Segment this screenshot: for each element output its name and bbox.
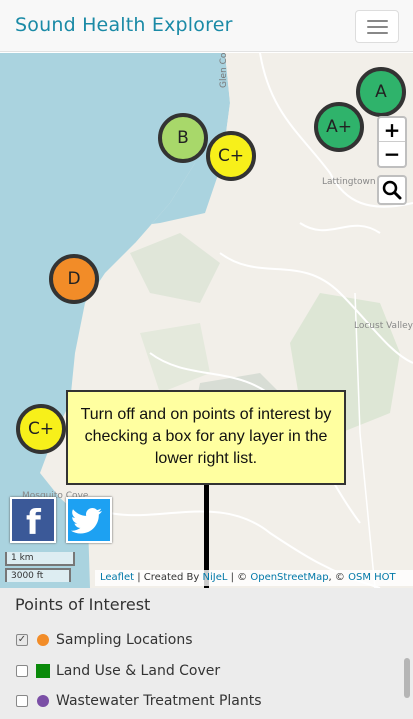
sampling-marker[interactable]: C+	[16, 404, 66, 454]
app: Sound Health Explorer Glen Cove Lattingt…	[0, 0, 413, 719]
land-use-swatch-icon	[36, 664, 50, 678]
marker-grade: C+	[27, 419, 55, 439]
twitter-bird-icon	[70, 508, 102, 534]
osm-hot-link[interactable]: OSM HOT	[348, 572, 396, 583]
panel-scrollbar[interactable]	[404, 658, 410, 698]
wastewater-swatch-icon	[37, 695, 49, 707]
openstreetmap-link[interactable]: OpenStreetMap	[250, 572, 328, 583]
layer-checkbox[interactable]	[16, 665, 28, 677]
facebook-icon: f	[26, 503, 41, 543]
navbar: Sound Health Explorer	[0, 0, 413, 52]
sampling-marker[interactable]: A	[356, 67, 406, 117]
attribution-text: | Created By	[134, 572, 203, 583]
zoom-out-button[interactable]: −	[379, 142, 405, 166]
place-label-locust-valley: Locust Valley	[354, 321, 413, 331]
leaflet-link[interactable]: Leaflet	[100, 572, 134, 583]
scale-imperial: 3000 ft	[5, 568, 71, 582]
map-attribution: Leaflet | Created By NiJeL | © OpenStree…	[95, 570, 413, 586]
layer-sampling-locations[interactable]: ✓ Sampling Locations	[16, 630, 193, 650]
place-label-lattingtown: Lattingtown	[322, 177, 376, 187]
sampling-swatch-icon	[37, 634, 49, 646]
marker-grade: A	[375, 82, 387, 102]
nijel-link[interactable]: NiJeL	[203, 572, 228, 583]
marker-grade: A+	[326, 117, 352, 137]
sampling-marker[interactable]: A+	[314, 102, 364, 152]
brand-title[interactable]: Sound Health Explorer	[15, 14, 233, 36]
points-of-interest-panel: Points of Interest ✓ Sampling Locations …	[0, 588, 413, 719]
marker-grade: C+	[217, 146, 245, 166]
map-search-button[interactable]	[377, 175, 407, 205]
twitter-share-button[interactable]	[66, 497, 112, 543]
layer-label: Land Use & Land Cover	[56, 663, 221, 679]
zoom-control: + −	[377, 116, 407, 168]
zoom-in-button[interactable]: +	[379, 118, 405, 142]
sampling-marker[interactable]: C+	[206, 131, 256, 181]
layer-label: Sampling Locations	[56, 632, 193, 648]
sampling-marker[interactable]: B	[158, 113, 208, 163]
road-label: Glen Cove	[219, 53, 229, 88]
attribution-separator: , ©	[328, 572, 349, 583]
layer-wastewater-plants[interactable]: Wastewater Treatment Plants	[16, 691, 262, 711]
layer-checkbox[interactable]: ✓	[16, 634, 28, 646]
marker-grade: B	[177, 128, 189, 148]
layer-checkbox[interactable]	[16, 695, 28, 707]
layer-land-use[interactable]: Land Use & Land Cover	[16, 661, 220, 681]
marker-grade: D	[67, 269, 81, 289]
search-icon	[382, 180, 402, 200]
sampling-marker[interactable]: D	[49, 254, 99, 304]
attribution-separator: | ©	[227, 572, 251, 583]
layer-label: Wastewater Treatment Plants	[56, 693, 262, 709]
panel-title: Points of Interest	[15, 595, 151, 614]
scale-metric: 1 km	[5, 552, 75, 566]
help-tooltip: Turn off and on points of interest by ch…	[66, 390, 346, 485]
facebook-share-button[interactable]: f	[10, 497, 56, 543]
menu-toggle-button[interactable]	[355, 10, 399, 43]
